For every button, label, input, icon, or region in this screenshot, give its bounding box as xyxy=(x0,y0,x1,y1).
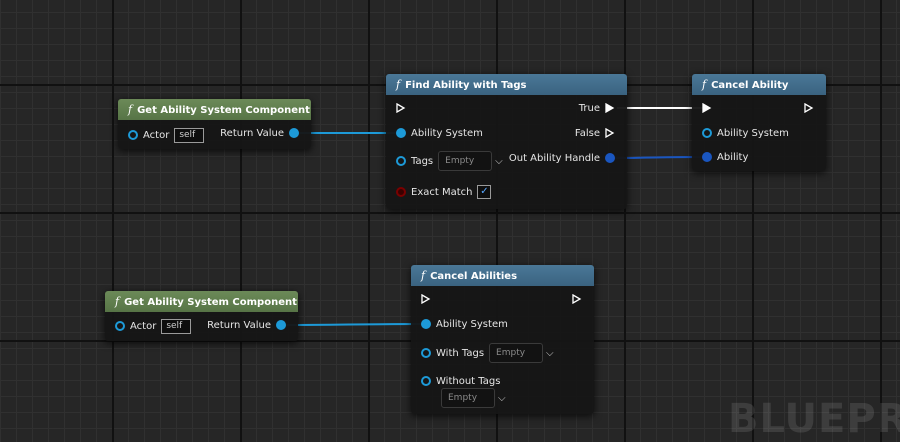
actor-label: Actor xyxy=(143,129,170,141)
return-value-pin[interactable]: Return Value xyxy=(215,126,299,140)
tags-pin[interactable]: Tags Empty ⌵ xyxy=(396,151,503,171)
node-header[interactable]: f Get Ability System Component xyxy=(118,99,311,120)
chevron-down-icon[interactable]: ⌵ xyxy=(495,156,503,167)
exec-pin-icon[interactable] xyxy=(605,103,615,113)
find-ability-with-tags-node[interactable]: f Find Ability with Tags True False Abili… xyxy=(386,74,627,209)
data-pin-icon[interactable] xyxy=(605,153,615,163)
without-tags-combo[interactable]: Empty xyxy=(441,388,495,408)
exec-false-pin[interactable]: False xyxy=(570,126,615,140)
cancel-ability-node[interactable]: f Cancel Ability Ability System Ability xyxy=(692,74,826,171)
exec-pin-icon[interactable] xyxy=(702,103,712,113)
with-tags-combo[interactable]: Empty xyxy=(489,343,544,363)
get-ability-system-component-node-1[interactable]: f Get Ability System Component Actor self… xyxy=(118,99,311,149)
node-title: Find Ability with Tags xyxy=(405,80,527,91)
data-pin-icon[interactable] xyxy=(421,376,431,386)
checkbox-check-icon: ✓ xyxy=(480,186,489,197)
exec-in-pin[interactable] xyxy=(396,101,406,115)
return-value-label: Return Value xyxy=(207,319,271,331)
ability-system-pin[interactable]: Ability System xyxy=(702,126,794,140)
ability-system-label: Ability System xyxy=(436,318,508,330)
actor-label: Actor xyxy=(130,320,157,332)
node-header[interactable]: f Find Ability with Tags xyxy=(386,74,627,95)
exact-match-label: Exact Match xyxy=(411,186,473,198)
function-icon: f xyxy=(702,78,707,91)
get-ability-system-component-node-2[interactable]: f Get Ability System Component Actor self… xyxy=(105,291,298,341)
data-pin-icon[interactable] xyxy=(276,320,286,330)
without-tags-value[interactable]: Empty ⌵ xyxy=(441,388,506,408)
function-icon: f xyxy=(128,103,133,116)
data-pin-icon[interactable] xyxy=(702,128,712,138)
true-label: True xyxy=(578,102,600,114)
exact-match-checkbox[interactable]: ✓ xyxy=(477,185,492,199)
exec-out-pin[interactable] xyxy=(572,292,582,306)
data-pin-icon[interactable] xyxy=(421,319,431,329)
function-icon: f xyxy=(396,78,401,91)
actor-value-input[interactable]: self xyxy=(174,127,205,143)
exec-pin-icon[interactable] xyxy=(605,128,615,138)
wire-return-to-ability-system-2 xyxy=(282,323,427,326)
actor-pin[interactable]: Actor self xyxy=(128,127,205,143)
out-ability-handle-pin[interactable]: Out Ability Handle xyxy=(504,151,615,165)
out-ability-handle-label: Out Ability Handle xyxy=(508,152,600,164)
exec-pin-icon[interactable] xyxy=(804,103,814,113)
data-pin-icon[interactable] xyxy=(396,187,406,197)
chevron-down-icon[interactable]: ⌵ xyxy=(498,393,506,404)
exec-in-pin[interactable] xyxy=(421,292,431,306)
node-title: Cancel Ability xyxy=(711,80,789,91)
tags-combo[interactable]: Empty xyxy=(438,151,493,171)
without-tags-pin[interactable]: Without Tags xyxy=(421,374,505,388)
with-tags-pin[interactable]: With Tags Empty ⌵ xyxy=(421,343,554,363)
exec-out-pin[interactable] xyxy=(804,101,814,115)
return-value-label: Return Value xyxy=(220,127,284,139)
data-pin-icon[interactable] xyxy=(396,156,406,166)
node-title: Get Ability System Component xyxy=(124,297,297,308)
with-tags-label: With Tags xyxy=(436,347,485,359)
ability-system-pin[interactable]: Ability System xyxy=(396,126,488,140)
tags-label: Tags xyxy=(411,155,434,167)
node-header[interactable]: f Get Ability System Component xyxy=(105,291,298,312)
data-pin-icon[interactable] xyxy=(128,130,138,140)
exec-pin-icon[interactable] xyxy=(572,294,582,304)
function-icon: f xyxy=(115,295,120,308)
cancel-abilities-node[interactable]: f Cancel Abilities Ability System With Ta… xyxy=(411,265,594,414)
node-title: Get Ability System Component xyxy=(137,105,310,116)
exec-in-pin[interactable] xyxy=(702,101,712,115)
data-pin-icon[interactable] xyxy=(702,152,712,162)
exec-pin-icon[interactable] xyxy=(396,103,406,113)
actor-value-input[interactable]: self xyxy=(161,318,192,334)
actor-pin[interactable]: Actor self xyxy=(115,318,192,334)
function-icon: f xyxy=(421,269,426,282)
node-header[interactable]: f Cancel Ability xyxy=(692,74,826,95)
false-label: False xyxy=(574,127,600,139)
ability-pin[interactable]: Ability xyxy=(702,150,753,164)
return-value-pin[interactable]: Return Value xyxy=(202,318,286,332)
ability-system-pin[interactable]: Ability System xyxy=(421,317,513,331)
data-pin-icon[interactable] xyxy=(396,128,406,138)
blueprint-watermark: BLUEPRI xyxy=(728,396,900,442)
exec-true-pin[interactable]: True xyxy=(574,101,615,115)
exact-match-pin[interactable]: Exact Match ✓ xyxy=(396,185,492,199)
data-pin-icon[interactable] xyxy=(289,128,299,138)
exec-pin-icon[interactable] xyxy=(421,294,431,304)
ability-system-label: Ability System xyxy=(411,127,483,139)
node-title: Cancel Abilities xyxy=(430,271,518,282)
node-header[interactable]: f Cancel Abilities xyxy=(411,265,594,286)
chevron-down-icon[interactable]: ⌵ xyxy=(546,348,554,359)
without-tags-label: Without Tags xyxy=(436,375,501,387)
data-pin-icon[interactable] xyxy=(115,321,125,331)
data-pin-icon[interactable] xyxy=(421,348,431,358)
ability-label: Ability xyxy=(717,151,749,163)
ability-system-label: Ability System xyxy=(717,127,789,139)
